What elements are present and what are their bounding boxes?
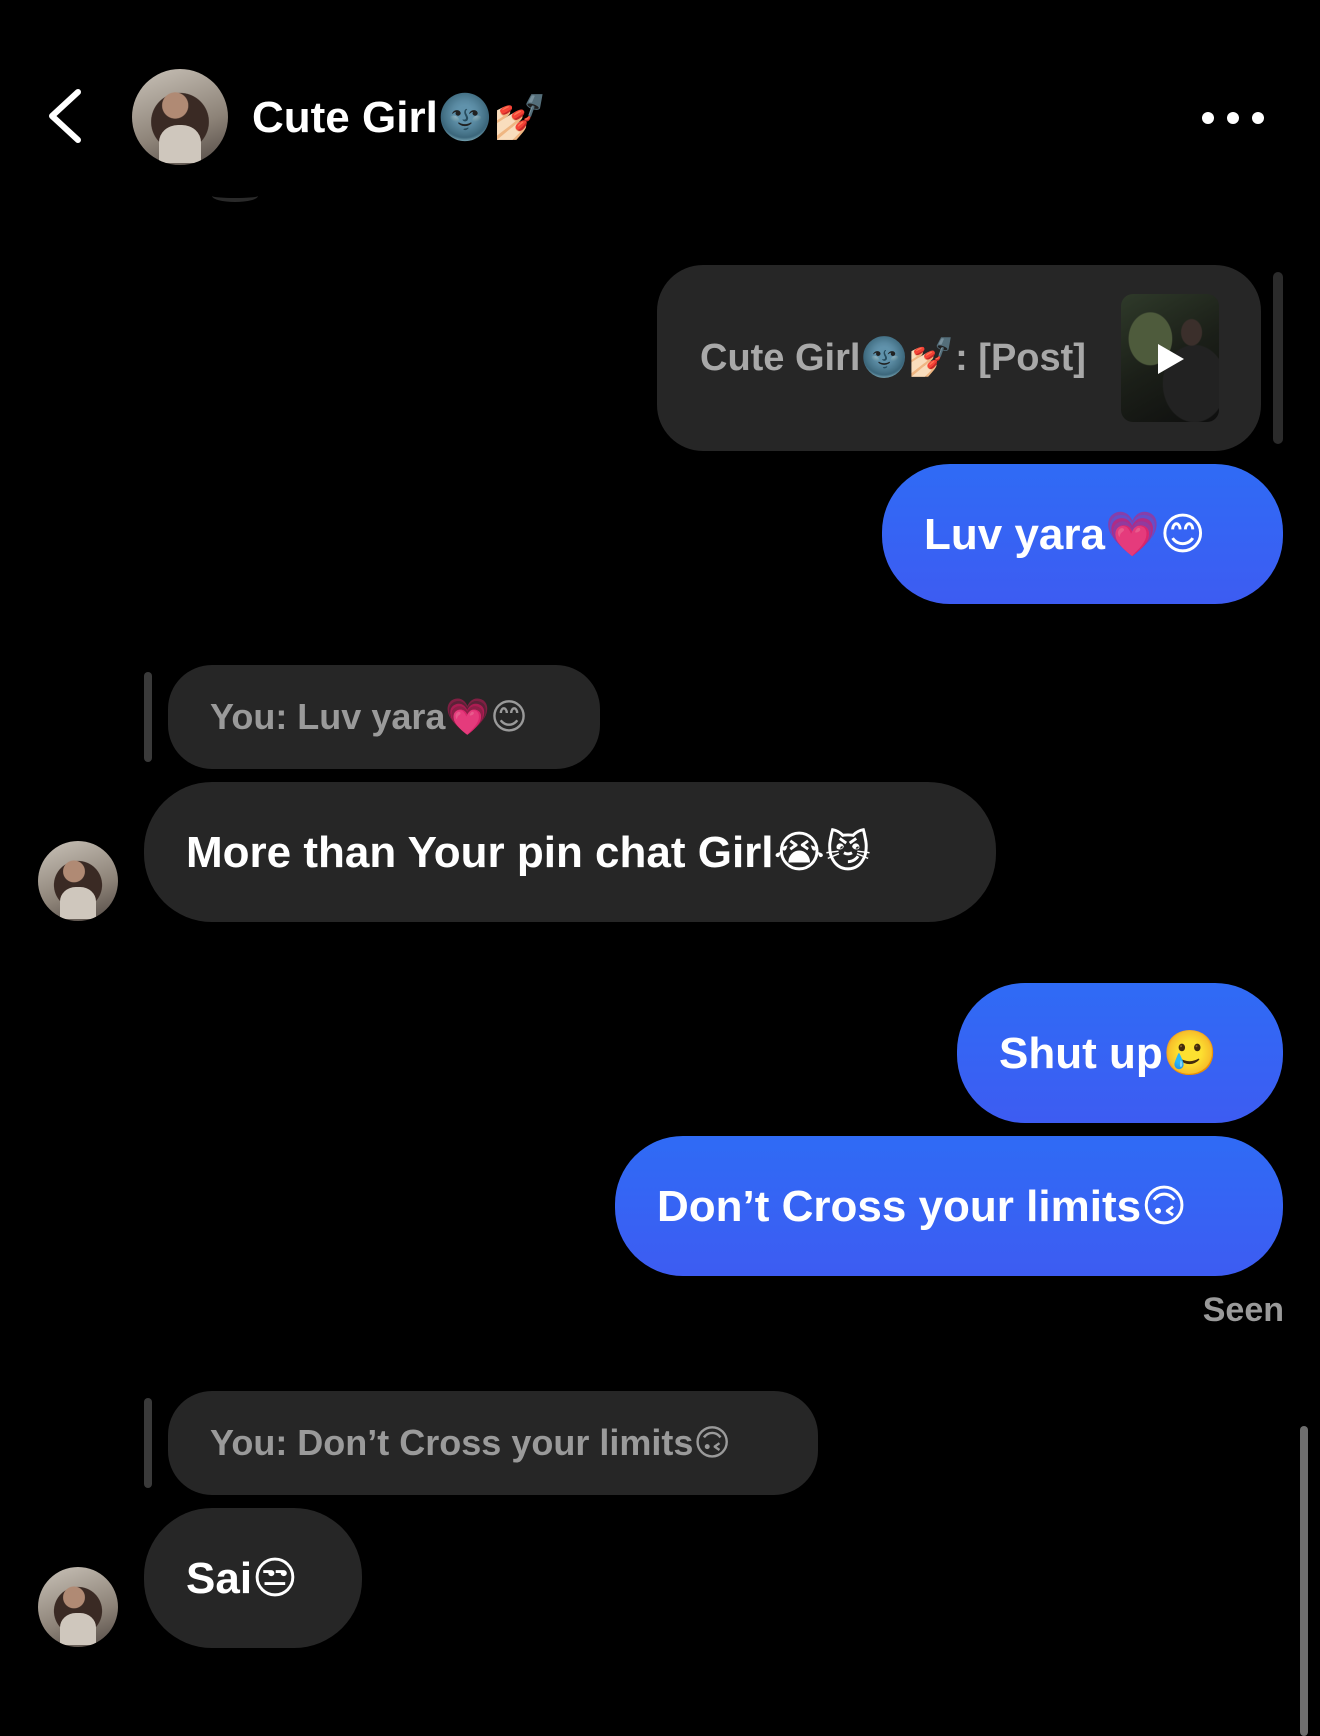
sender-avatar[interactable] <box>38 841 118 921</box>
sent-message-bubble[interactable]: Luv yara💗😊 <box>882 464 1283 604</box>
message-text: Sai😒 <box>186 1553 298 1603</box>
reply-quote-bar <box>144 672 152 762</box>
sender-avatar[interactable] <box>38 1567 118 1647</box>
message-text: Luv yara💗😊 <box>924 510 1206 559</box>
sent-message-bubble[interactable]: Shut up🥲 <box>957 983 1283 1123</box>
message-text: Shut up🥲 <box>999 1029 1218 1078</box>
back-icon[interactable] <box>40 84 96 148</box>
previous-message-edge <box>212 190 258 202</box>
scrollbar[interactable] <box>1300 1426 1308 1736</box>
seen-status: Seen <box>1202 1291 1284 1329</box>
reply-quote-text: You: Luv yara💗😊 <box>210 696 528 737</box>
reply-quote-bubble[interactable]: You: Luv yara💗😊 <box>168 665 600 769</box>
header-avatar[interactable] <box>132 69 228 165</box>
reply-indicator-bar <box>1273 272 1283 444</box>
reply-quote-bar <box>144 1398 152 1488</box>
received-message-bubble[interactable]: Sai😒 <box>144 1508 362 1648</box>
sent-message-bubble[interactable]: Don’t Cross your limits🙃 <box>615 1136 1283 1276</box>
message-text: Don’t Cross your limits🙃 <box>657 1181 1187 1231</box>
chat-title[interactable]: Cute Girl🌚💅🏻 <box>252 88 547 148</box>
play-icon <box>1153 342 1187 376</box>
received-message-bubble[interactable]: More than Your pin chat Girl😭😼 <box>144 782 996 922</box>
reply-quote-text: You: Don’t Cross your limits🙃 <box>210 1422 731 1463</box>
shared-post-label: Cute Girl🌚💅🏻: [Post] <box>700 337 1086 379</box>
message-text: More than Your pin chat Girl😭😼 <box>186 827 871 877</box>
reply-quote-bubble[interactable]: You: Don’t Cross your limits🙃 <box>168 1391 818 1495</box>
more-options-icon[interactable] <box>1198 100 1268 136</box>
